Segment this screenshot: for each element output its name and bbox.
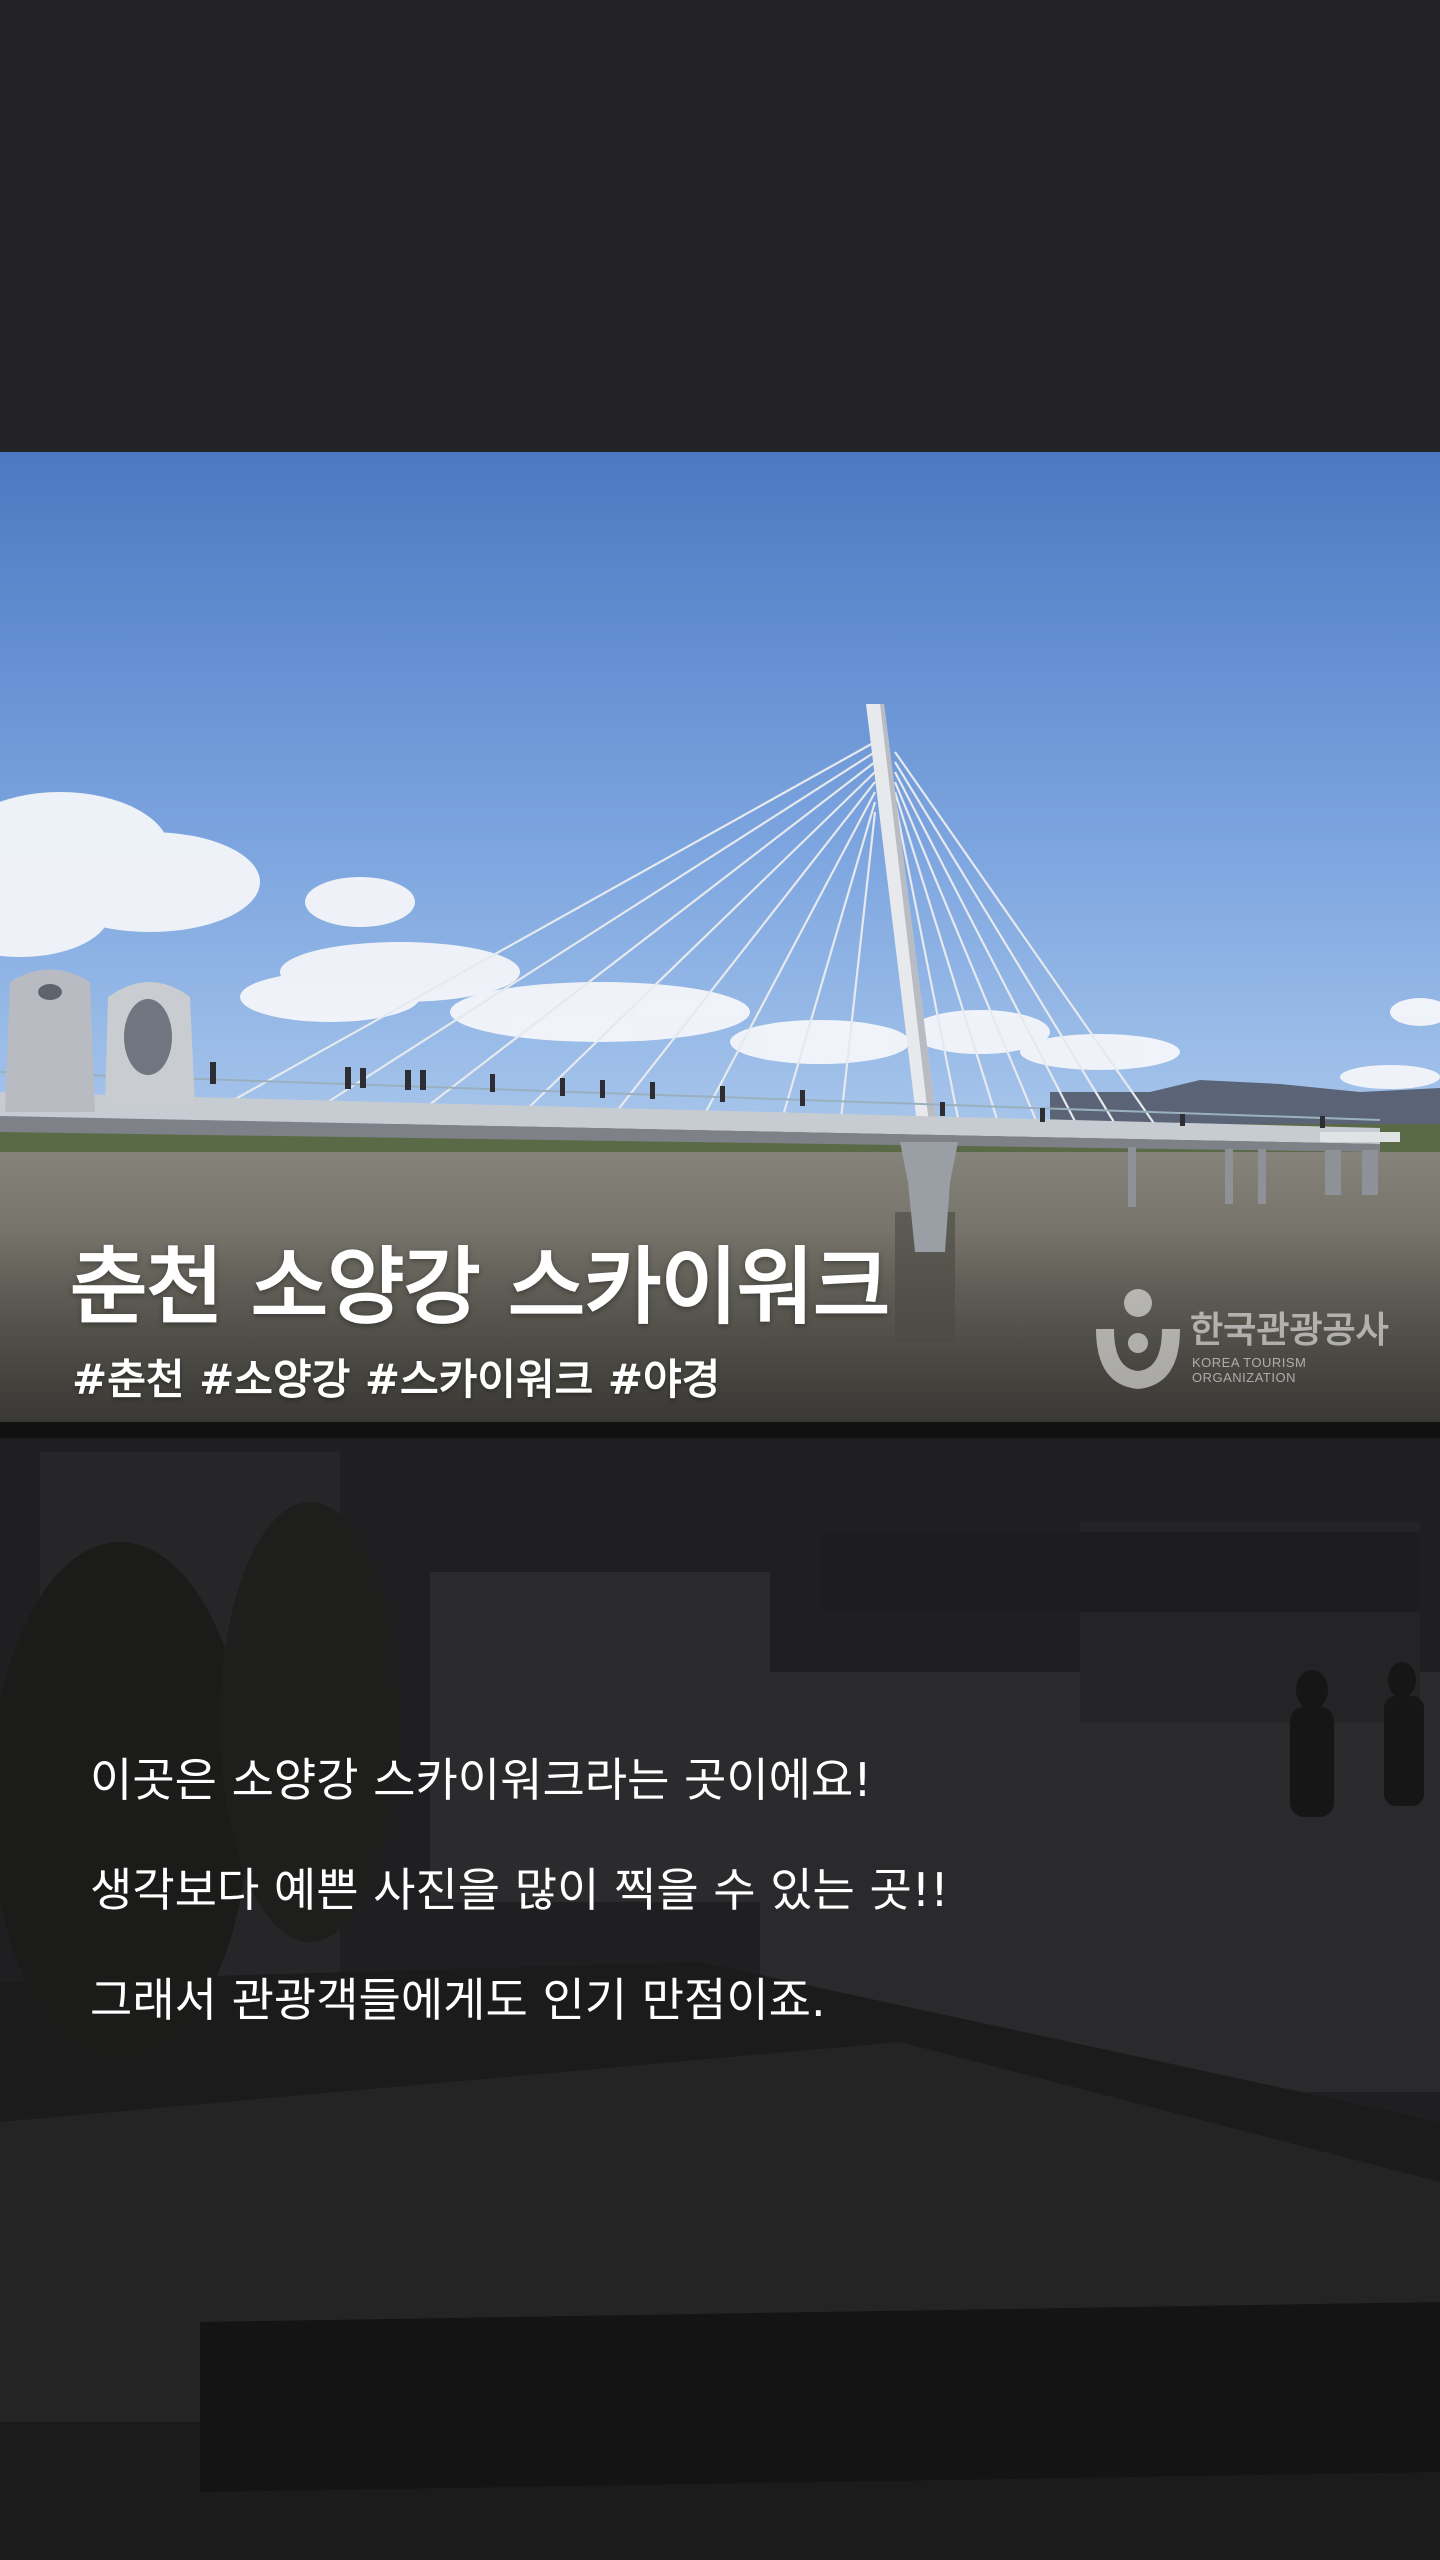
body-line-1: 이곳은 소양강 스카이워크라는 곳이에요! [90,1753,872,1807]
top-dark-band [0,0,1440,452]
watermark-name-ko: 한국관광공사 [1190,1310,1389,1351]
body-line-2: 생각보다 예쁜 사진을 많이 찍을 수 있는 곳!! [90,1863,949,1917]
hero-hashtags: #춘천 #소양강 #스카이워크 #야경 [72,1355,721,1404]
body-text: 이곳은 소양강 스카이워크라는 곳이에요! 생각보다 예쁜 사진을 많이 찍을 … [90,1738,1350,2068]
kto-watermark: 한국관광공사 KOREA TOURISM ORGANIZATION [1090,1285,1410,1395]
body-line-3: 그래서 관광객들에게도 인기 만점이죠. [90,1973,826,2027]
kto-logo-icon [1096,1289,1180,1389]
hero-title: 춘천 소양강 스카이워크 [70,1238,890,1336]
watermark-name-en: KOREA TOURISM ORGANIZATION [1192,1355,1307,1385]
